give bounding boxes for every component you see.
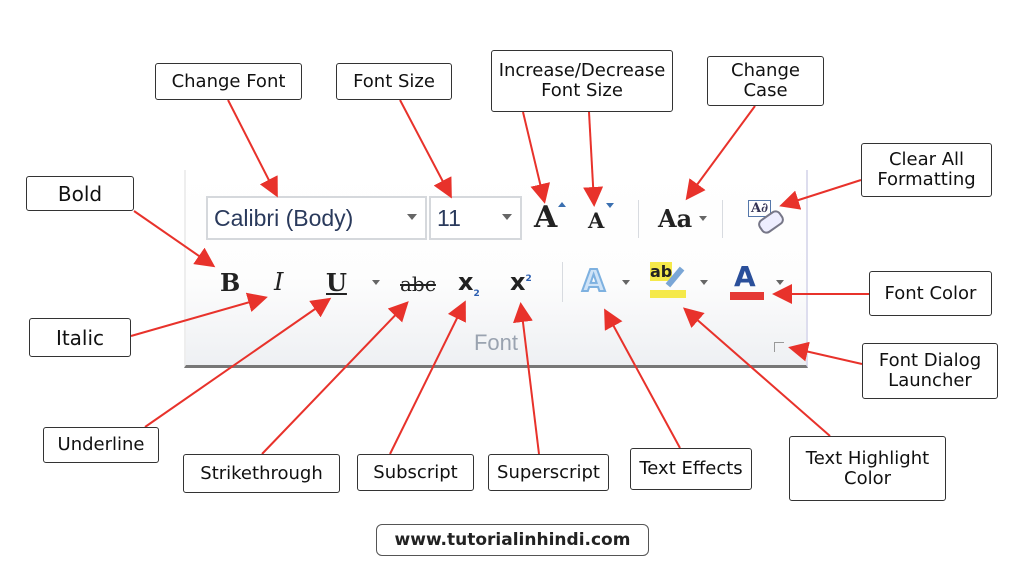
arrow-underline <box>144 297 332 428</box>
arrow-bold <box>133 210 216 268</box>
callout-increase-decrease: Increase/Decrease Font Size <box>491 50 673 112</box>
arrow-italic <box>130 292 268 337</box>
callout-subscript: Subscript <box>357 454 474 491</box>
arrow-font-size <box>399 99 452 199</box>
arrow-change-font <box>227 99 278 198</box>
callout-font-size: Font Size <box>336 63 452 100</box>
arrow-subscript <box>389 300 466 455</box>
arrow-dialog <box>788 341 863 365</box>
callout-clear-all: Clear All Formatting <box>861 143 992 197</box>
callout-bold: Bold <box>26 176 134 211</box>
callout-underline: Underline <box>43 427 159 463</box>
arrow-clear <box>779 179 862 210</box>
arrow-highlight <box>682 307 831 437</box>
arrow-text-effects <box>604 308 681 449</box>
callout-superscript: Superscript <box>488 454 609 491</box>
arrow-superscript <box>513 302 540 455</box>
callout-strikethrough: Strikethrough <box>183 454 340 493</box>
arrow-change-case <box>685 105 756 201</box>
website-url: www.tutorialinhindi.com <box>376 524 649 556</box>
callout-text-effects: Text Effects <box>630 448 752 490</box>
callout-change-case: Change Case <box>707 56 824 106</box>
callout-font-dialog: Font Dialog Launcher <box>862 343 998 399</box>
arrow-decrease <box>583 111 604 207</box>
callout-font-color: Font Color <box>869 271 992 316</box>
arrow-strikethrough <box>261 301 409 455</box>
arrow-increase <box>522 111 551 204</box>
callout-text-highlight: Text Highlight Color <box>789 436 946 501</box>
callout-change-font: Change Font <box>155 63 302 100</box>
callout-italic: Italic <box>29 318 131 357</box>
